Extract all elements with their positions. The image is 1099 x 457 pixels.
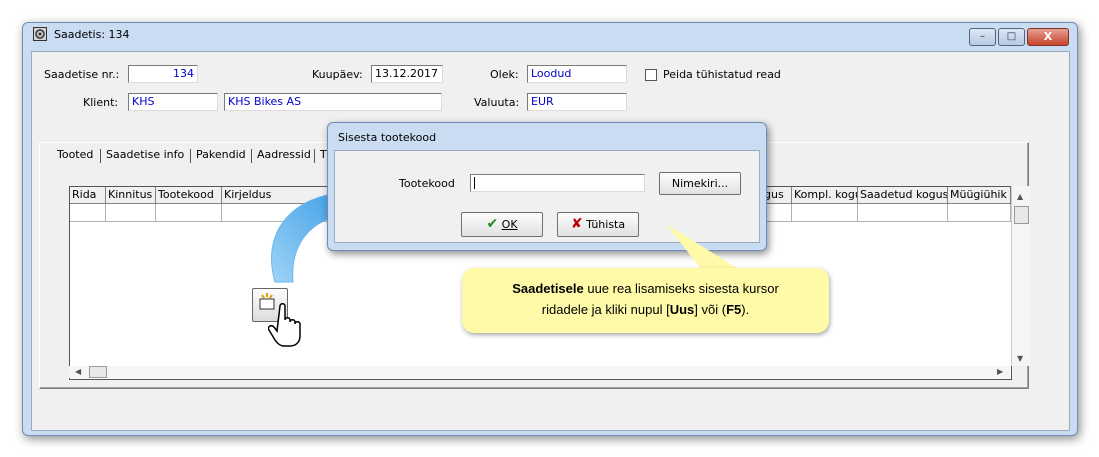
- column-header-tootekood[interactable]: Tootekood: [156, 187, 222, 204]
- hand-cursor-icon: [268, 303, 301, 347]
- tab-separator: [190, 149, 191, 163]
- klient-code-field[interactable]: KHS: [128, 93, 218, 111]
- window-app-icon: [33, 27, 47, 41]
- valuuta-field[interactable]: EUR: [527, 93, 627, 111]
- scroll-thumb-horizontal[interactable]: [89, 366, 107, 378]
- callout-bold-f5: F5: [726, 302, 742, 317]
- ok-button[interactable]: ✔ OK: [461, 212, 543, 237]
- help-callout: Saadetisele uue rea lisamiseks sisesta k…: [462, 268, 829, 333]
- column-header-saadetud-kogus[interactable]: Saadetud kogus: [858, 187, 948, 204]
- column-header-rida[interactable]: Rida: [70, 187, 106, 204]
- scroll-up-icon[interactable]: ▲: [1017, 192, 1023, 201]
- kuupaev-label: Kuupäev:: [312, 68, 363, 81]
- grid-cell[interactable]: [858, 204, 948, 222]
- tab-saadetise-info[interactable]: Saadetise info: [104, 146, 186, 166]
- maximize-button[interactable]: □: [998, 28, 1025, 46]
- cancel-x-icon: ✘: [570, 216, 583, 232]
- tyhista-button[interactable]: ✘ Tühista: [557, 212, 639, 237]
- klient-name-field[interactable]: KHS Bikes AS: [224, 93, 442, 111]
- callout-text-4: ).: [741, 302, 750, 317]
- grid-cell[interactable]: [70, 204, 106, 222]
- grid-cell[interactable]: [106, 204, 156, 222]
- klient-label: Klient:: [83, 96, 119, 109]
- callout-text-2: ridadele ja kliki nupul [: [541, 302, 670, 317]
- horizontal-scrollbar[interactable]: ◀ ▶: [69, 366, 1010, 378]
- saadetise-nr-label: Saadetise nr.:: [44, 68, 120, 81]
- close-button[interactable]: X: [1027, 28, 1069, 46]
- minimize-button[interactable]: –: [969, 28, 996, 46]
- column-header-kinnitus[interactable]: Kinnitus: [106, 187, 156, 204]
- tootekood-label: Tootekood: [399, 177, 455, 190]
- dialog-title: Sisesta tootekood: [338, 131, 437, 144]
- tab-separator: [251, 149, 252, 163]
- checkmark-icon: ✔: [486, 216, 499, 232]
- kuupaev-field[interactable]: 13.12.2017: [371, 65, 443, 83]
- tab-tooted[interactable]: Tooted: [55, 146, 95, 166]
- column-header-myygiyhik[interactable]: Müügiühik: [948, 187, 1011, 204]
- scroll-down-icon[interactable]: ▼: [1017, 354, 1023, 363]
- text-caret: [474, 177, 475, 189]
- column-header-kompl-kogus[interactable]: Kompl. kogu: [792, 187, 858, 204]
- grid-cell[interactable]: [156, 204, 222, 222]
- minimize-icon: –: [980, 31, 985, 42]
- peida-label: Peida tühistatud read: [663, 68, 781, 81]
- tyhista-label: Tühista: [586, 218, 626, 231]
- peida-checkbox[interactable]: [645, 69, 657, 81]
- callout-text-3: ] või (: [694, 302, 727, 317]
- scroll-left-icon[interactable]: ◀: [75, 367, 81, 376]
- valuuta-label: Valuuta:: [474, 96, 520, 109]
- scroll-thumb[interactable]: [1014, 206, 1029, 224]
- title-bar: Saadetis: 134 – □ X: [23, 23, 1077, 46]
- nimekiri-button[interactable]: Nimekiri...: [659, 172, 741, 195]
- callout-text-1: uue rea lisamiseks sisesta kursor: [583, 281, 779, 296]
- ok-label: OK: [501, 218, 518, 231]
- close-icon: X: [1043, 30, 1053, 43]
- scroll-right-icon[interactable]: ▶: [997, 367, 1003, 376]
- vertical-scrollbar[interactable]: ▲ ▼: [1011, 186, 1030, 366]
- olek-field[interactable]: Loodud: [527, 65, 627, 83]
- callout-bold-lead: Saadetisele: [512, 281, 584, 296]
- tab-separator: [100, 149, 101, 163]
- olek-label: Olek:: [490, 68, 519, 81]
- grid-cell[interactable]: [792, 204, 858, 222]
- callout-bold-uus: Uus: [669, 302, 695, 317]
- tootekood-input[interactable]: [470, 174, 645, 192]
- tab-pakendid[interactable]: Pakendid: [194, 146, 248, 166]
- saadetise-nr-field[interactable]: 134: [128, 65, 198, 83]
- window-title: Saadetis: 134: [54, 28, 130, 41]
- grid-cell[interactable]: [948, 204, 1011, 222]
- maximize-icon: □: [1006, 31, 1017, 42]
